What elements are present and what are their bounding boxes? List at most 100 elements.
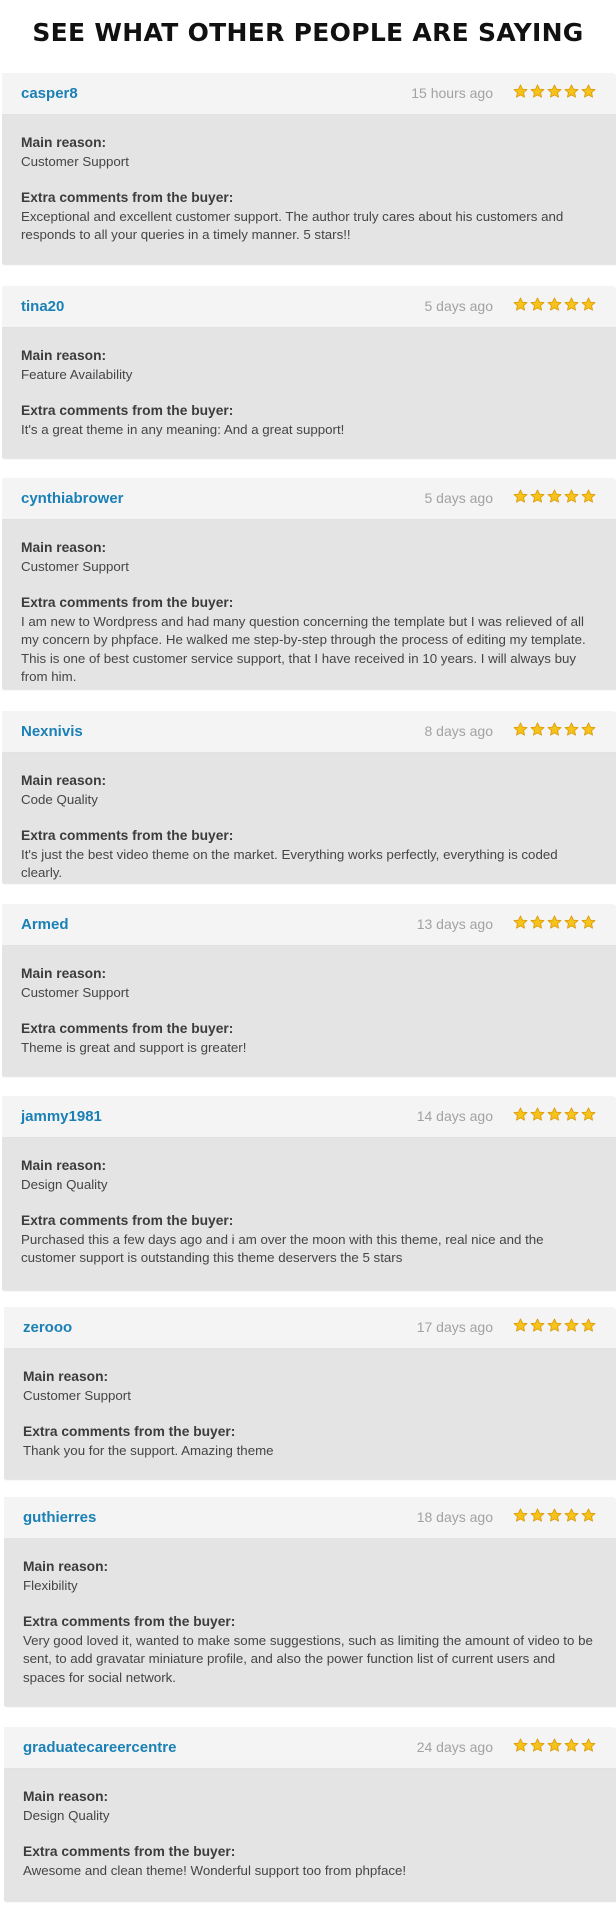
star-filled-icon bbox=[581, 1107, 596, 1121]
main-reason-value: Customer Support bbox=[21, 153, 129, 169]
reviewer-username-link[interactable]: guthierres bbox=[23, 1509, 96, 1526]
star-filled-icon bbox=[513, 1318, 528, 1332]
star-filled-icon bbox=[547, 1508, 562, 1522]
main-reason-value: Design Quality bbox=[21, 1176, 108, 1192]
review-comment: Purchased this a few days ago and i am o… bbox=[21, 1231, 544, 1266]
review-header: graduatecareercentre 24 days ago bbox=[4, 1727, 616, 1768]
reviewer-username-link[interactable]: graduatecareercentre bbox=[23, 1739, 176, 1756]
star-filled-icon bbox=[581, 1738, 596, 1752]
extra-comments-label: Extra comments from the buyer: bbox=[23, 1424, 236, 1439]
review-timestamp: 18 days ago bbox=[416, 1509, 493, 1525]
review-header: tina20 5 days ago bbox=[2, 286, 616, 327]
star-filled-icon bbox=[530, 489, 545, 503]
review-comment: Exceptional and excellent customer suppo… bbox=[21, 208, 564, 243]
star-filled-icon bbox=[564, 1107, 579, 1121]
star-filled-icon bbox=[564, 1738, 579, 1752]
review-timestamp: 24 days ago bbox=[416, 1739, 493, 1755]
review-header: casper8 15 hours ago bbox=[2, 73, 616, 114]
review-header: jammy1981 14 days ago bbox=[2, 1096, 616, 1137]
star-filled-icon bbox=[547, 297, 562, 311]
star-filled-icon bbox=[513, 722, 528, 736]
review-body: Main reason: Customer Support Extra comm… bbox=[2, 519, 616, 689]
reviewer-username-link[interactable]: jammy1981 bbox=[21, 1108, 102, 1125]
star-filled-icon bbox=[513, 297, 528, 311]
review-body: Main reason: Design Quality Extra commen… bbox=[4, 1768, 616, 1901]
review-body: Main reason: Flexibility Extra comments … bbox=[4, 1538, 616, 1706]
star-filled-icon bbox=[564, 915, 579, 929]
star-rating bbox=[513, 722, 596, 737]
star-rating bbox=[513, 489, 596, 504]
review-timestamp: 13 days ago bbox=[416, 916, 493, 932]
review-header: zerooo 17 days ago bbox=[4, 1307, 616, 1348]
star-filled-icon bbox=[581, 84, 596, 98]
star-filled-icon bbox=[513, 489, 528, 503]
star-filled-icon bbox=[530, 297, 545, 311]
review-body: Main reason: Design Quality Extra commen… bbox=[2, 1137, 616, 1290]
star-filled-icon bbox=[530, 915, 545, 929]
main-reason-label: Main reason: bbox=[23, 1369, 109, 1384]
review-card: guthierres 18 days ago Main reason: Flex… bbox=[4, 1497, 616, 1706]
review-card: Armed 13 days ago Main reason: Customer … bbox=[2, 904, 616, 1076]
star-filled-icon bbox=[513, 915, 528, 929]
review-timestamp: 17 days ago bbox=[416, 1319, 493, 1335]
reviewer-username-link[interactable]: zerooo bbox=[23, 1319, 72, 1336]
review-card: zerooo 17 days ago Main reason: Customer… bbox=[4, 1307, 616, 1479]
star-rating bbox=[513, 84, 596, 99]
star-filled-icon bbox=[564, 297, 579, 311]
star-filled-icon bbox=[547, 84, 562, 98]
extra-comments-label: Extra comments from the buyer: bbox=[23, 1844, 236, 1859]
star-filled-icon bbox=[547, 1107, 562, 1121]
main-reason-label: Main reason: bbox=[23, 1559, 109, 1574]
review-header: Nexnivis 8 days ago bbox=[2, 711, 616, 752]
review-card: casper8 15 hours ago Main reason: Custom… bbox=[2, 73, 616, 264]
main-reason-label: Main reason: bbox=[21, 540, 107, 555]
star-filled-icon bbox=[564, 84, 579, 98]
review-comment: It's a great theme in any meaning: And a… bbox=[21, 421, 345, 437]
review-header: cynthiabrower 5 days ago bbox=[2, 478, 616, 519]
star-filled-icon bbox=[547, 722, 562, 736]
review-body: Main reason: Customer Support Extra comm… bbox=[2, 114, 616, 264]
reviewer-username-link[interactable]: cynthiabrower bbox=[21, 490, 124, 507]
review-comment: Very good loved it, wanted to make some … bbox=[23, 1632, 593, 1685]
reviewer-username-link[interactable]: casper8 bbox=[21, 85, 78, 102]
star-filled-icon bbox=[564, 722, 579, 736]
main-reason-value: Customer Support bbox=[21, 558, 129, 574]
review-comment: It's just the best video theme on the ma… bbox=[21, 846, 558, 881]
star-rating bbox=[513, 1738, 596, 1753]
review-card: jammy1981 14 days ago Main reason: Desig… bbox=[2, 1096, 616, 1290]
star-filled-icon bbox=[581, 1318, 596, 1332]
star-filled-icon bbox=[581, 489, 596, 503]
review-card: graduatecareercentre 24 days ago Main re… bbox=[4, 1727, 616, 1901]
star-filled-icon bbox=[564, 1318, 579, 1332]
star-filled-icon bbox=[530, 1508, 545, 1522]
star-filled-icon bbox=[547, 1318, 562, 1332]
main-reason-label: Main reason: bbox=[21, 966, 107, 981]
review-body: Main reason: Feature Availability Extra … bbox=[2, 327, 616, 458]
star-rating bbox=[513, 915, 596, 930]
star-rating bbox=[513, 1318, 596, 1333]
page-title: SEE WHAT OTHER PEOPLE ARE SAYING bbox=[32, 18, 584, 47]
review-comment: I am new to Wordpress and had many quest… bbox=[21, 613, 586, 685]
review-timestamp: 5 days ago bbox=[424, 490, 494, 506]
star-rating bbox=[513, 297, 596, 312]
extra-comments-label: Extra comments from the buyer: bbox=[21, 403, 234, 418]
main-reason-value: Customer Support bbox=[23, 1387, 131, 1403]
star-filled-icon bbox=[530, 1107, 545, 1121]
star-filled-icon bbox=[564, 489, 579, 503]
review-card: cynthiabrower 5 days ago Main reason: Cu… bbox=[2, 478, 616, 689]
main-reason-label: Main reason: bbox=[21, 348, 107, 363]
review-timestamp: 14 days ago bbox=[416, 1108, 493, 1124]
reviewer-username-link[interactable]: Armed bbox=[21, 916, 69, 933]
extra-comments-label: Extra comments from the buyer: bbox=[21, 1213, 234, 1228]
star-filled-icon bbox=[564, 1508, 579, 1522]
main-reason-value: Feature Availability bbox=[21, 366, 133, 382]
star-filled-icon bbox=[530, 84, 545, 98]
main-reason-label: Main reason: bbox=[21, 1158, 107, 1173]
star-filled-icon bbox=[581, 297, 596, 311]
reviewer-username-link[interactable]: Nexnivis bbox=[21, 723, 83, 740]
review-timestamp: 8 days ago bbox=[424, 723, 494, 739]
star-filled-icon bbox=[547, 489, 562, 503]
review-timestamp: 5 days ago bbox=[424, 298, 494, 314]
reviewer-username-link[interactable]: tina20 bbox=[21, 298, 64, 315]
main-reason-label: Main reason: bbox=[21, 135, 107, 150]
